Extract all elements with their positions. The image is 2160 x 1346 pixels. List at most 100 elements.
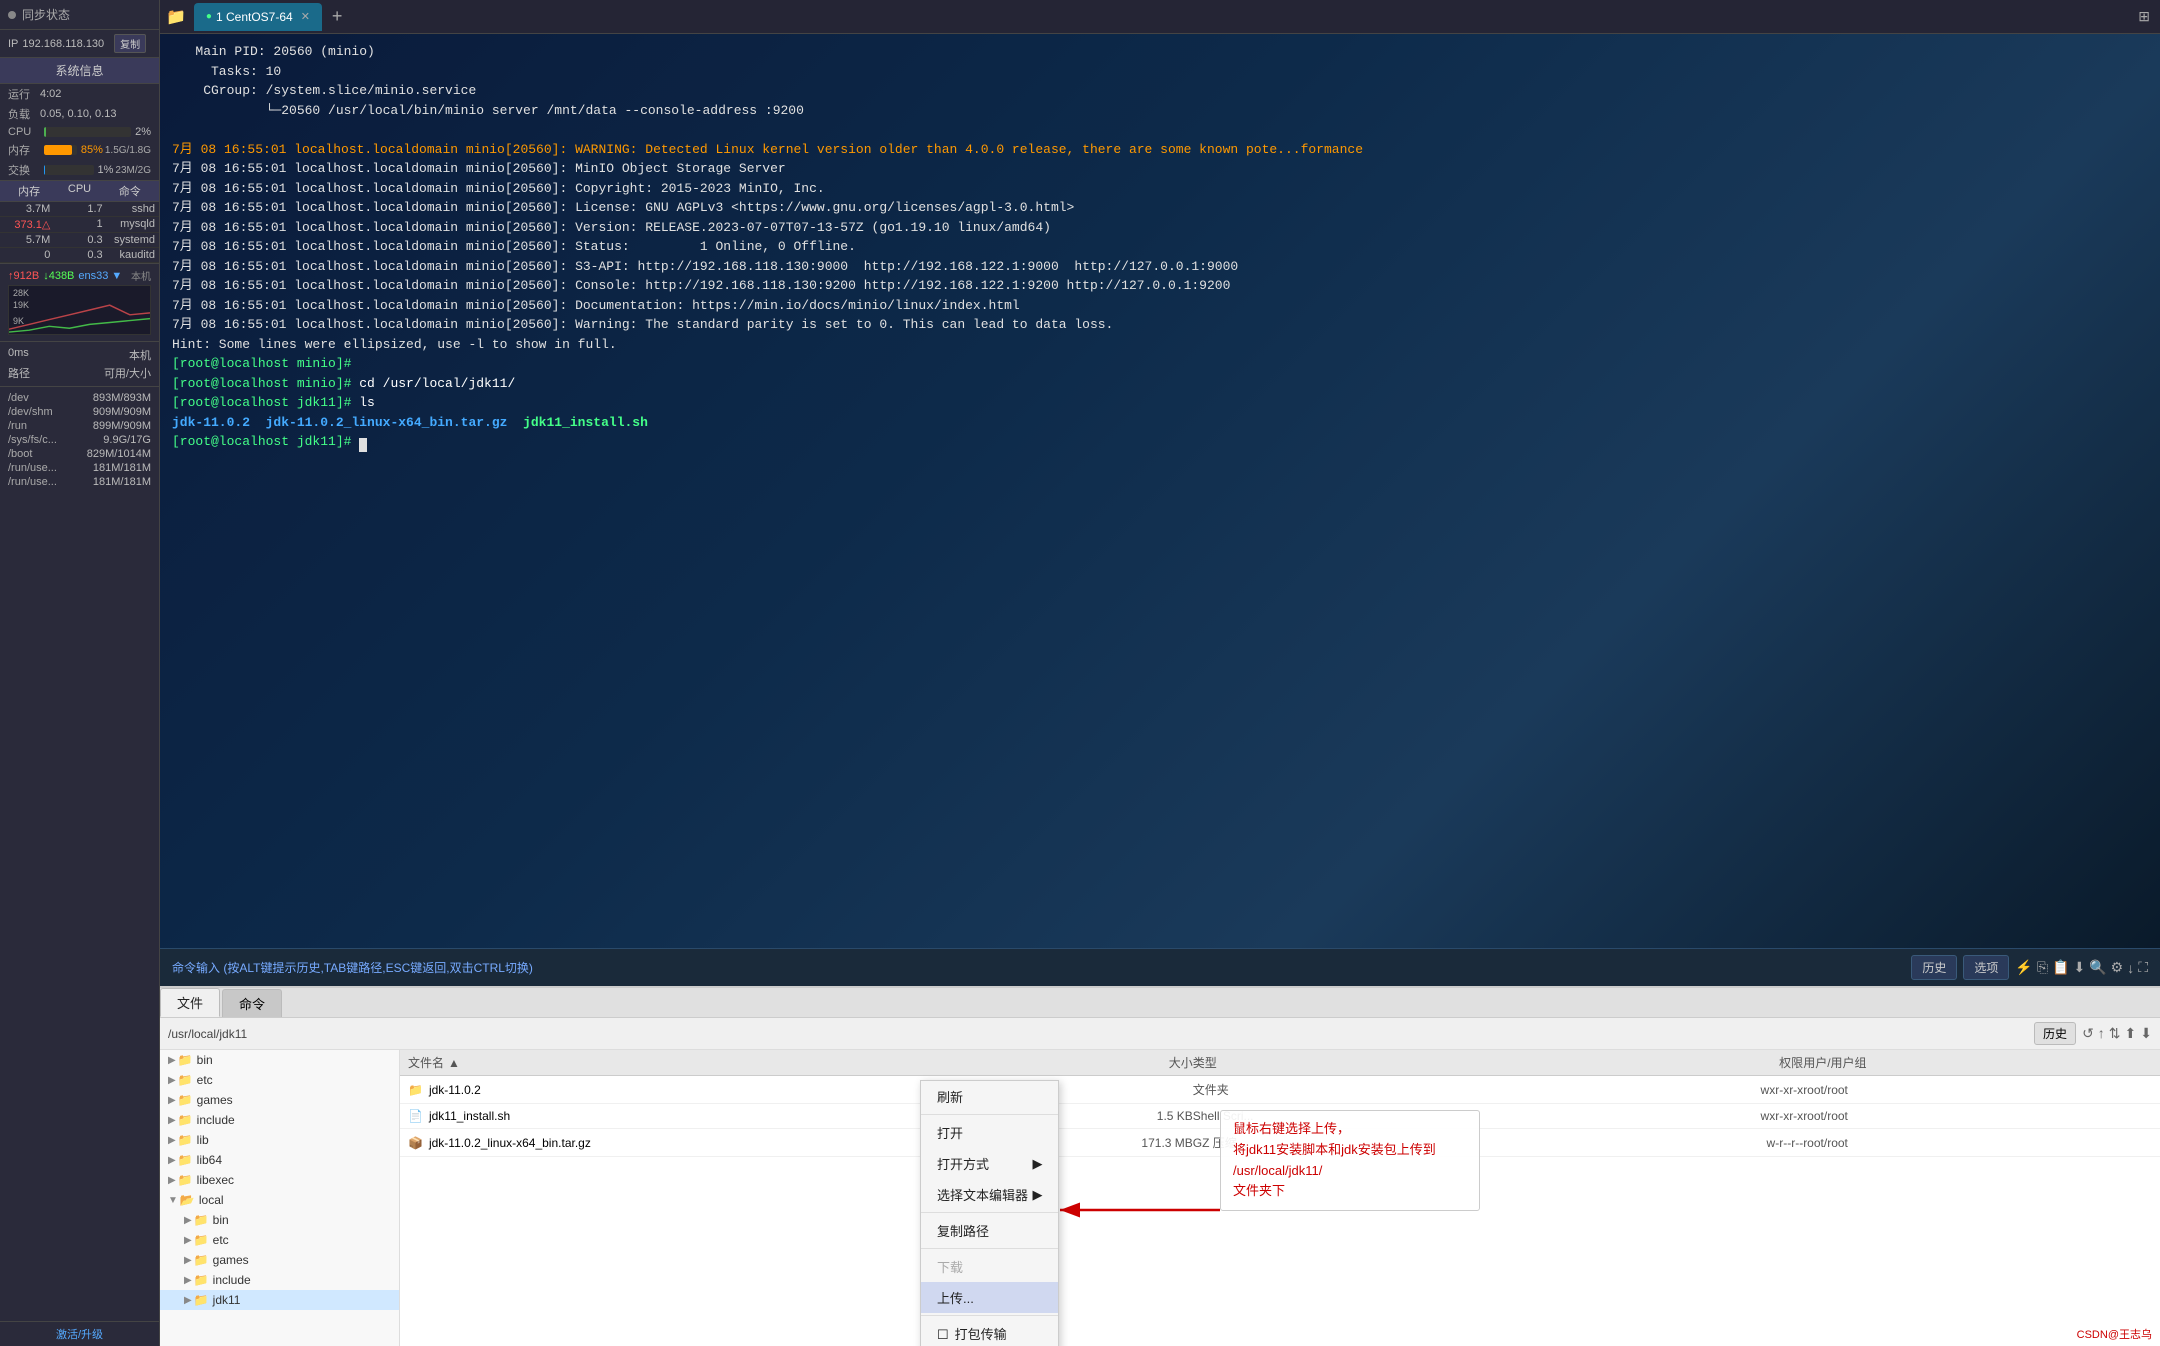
term-line: Hint: Some lines were ellipsized, use -l… [172, 335, 2148, 355]
copy-icon[interactable]: ⎘ [2037, 959, 2048, 976]
tree-item-etc[interactable]: ▶ 📁 etc [160, 1070, 399, 1090]
proc-mem-1: 3.7M [4, 203, 56, 215]
download-icon[interactable]: ⬇ [2073, 959, 2085, 976]
uptime-row: 运行 4:02 [0, 84, 159, 104]
terminal[interactable]: Main PID: 20560 (minio) Tasks: 10 CGroup… [160, 34, 2160, 948]
disk-row: /boot 829M/1014M [8, 447, 151, 461]
sidebar: 同步状态 IP 192.168.118.130 复制 系统信息 运行 4:02 … [0, 0, 160, 1346]
tab-centos7[interactable]: ● 1 CentOS7-64 ✕ [194, 3, 322, 31]
tree-item-local-games[interactable]: ▶ 📁 games [160, 1250, 399, 1270]
tree-item-local-jdk11[interactable]: ▶ 📁 jdk11 [160, 1290, 399, 1310]
options-button[interactable]: 选项 [1963, 955, 2009, 980]
tree-item-local[interactable]: ▼ 📂 local [160, 1190, 399, 1210]
paste-icon[interactable]: 📋 [2052, 959, 2069, 976]
ctx-open[interactable]: 打开 [921, 1117, 1058, 1148]
tree-item-lib64[interactable]: ▶ 📁 lib64 [160, 1150, 399, 1170]
settings-icon[interactable]: ⚙ [2111, 959, 2124, 976]
terminal-input-bar: 命令输入 (按ALT键提示历史,TAB键路径,ESC键返回,双击CTRL切换) … [160, 948, 2160, 986]
tree-item-label: include [197, 1113, 235, 1127]
tree-item-label: lib64 [197, 1153, 222, 1167]
ctx-text-editor[interactable]: 选择文本编辑器▶ [921, 1179, 1058, 1210]
term-line: [root@localhost minio]# cd /usr/local/jd… [172, 374, 2148, 394]
folder-icon-btn[interactable]: 📁 [166, 7, 186, 27]
load-row: 负载 0.05, 0.10, 0.13 [0, 104, 159, 124]
tree-item-label: bin [197, 1053, 213, 1067]
file-row-jdk11[interactable]: 📁 jdk-11.0.2 文件夹 wxr-xr-x root/root [400, 1076, 2160, 1104]
tree-item-include[interactable]: ▶ 📁 include [160, 1110, 399, 1130]
col-type[interactable]: 类型 [1193, 1054, 1542, 1071]
swap-label: 交换 [8, 162, 40, 178]
transfer-icon[interactable]: ⇅ [2109, 1025, 2121, 1042]
file-perm: w-r--r-- [1542, 1136, 1804, 1150]
mem-bar-fill [44, 145, 72, 155]
mem-label: 内存 [8, 142, 40, 158]
term-line: └─20560 /usr/local/bin/minio server /mnt… [172, 101, 2148, 121]
search-icon[interactable]: 🔍 [2089, 959, 2106, 976]
add-tab-button[interactable]: + [326, 6, 349, 27]
upload-icon[interactable]: ⬆ [2125, 1025, 2137, 1042]
history-btn[interactable]: 历史 [2034, 1022, 2076, 1045]
tab-files[interactable]: 文件 [160, 988, 220, 1017]
term-line: 7月 08 16:55:01 localhost.localdomain min… [172, 159, 2148, 179]
tree-item-local-include[interactable]: ▶ 📁 include [160, 1270, 399, 1290]
up-icon[interactable]: ↑ [2098, 1025, 2105, 1042]
net-interface: ens33 ▼ [78, 270, 122, 282]
ip-value: 192.168.118.130 [22, 38, 104, 50]
proc-col-mem: 内存 [4, 183, 54, 199]
terminal-hint: 命令输入 (按ALT键提示历史,TAB键路径,ESC键返回,双击CTRL切换) [172, 959, 1911, 976]
tree-item-label: games [213, 1253, 249, 1267]
ctx-open-with[interactable]: 打开方式▶ [921, 1148, 1058, 1179]
uptime-label: 运行 [8, 86, 40, 102]
term-line: 7月 08 16:55:01 localhost.localdomain min… [172, 237, 2148, 257]
copy-ip-button[interactable]: 复制 [114, 34, 146, 53]
collapse-icon: ▶ [184, 1215, 192, 1226]
col-size[interactable]: 大小 [931, 1054, 1193, 1071]
arrow-down-icon[interactable]: ↓ [2127, 960, 2134, 976]
proc-mem-2: 373.1△ [4, 218, 56, 231]
ctx-refresh[interactable]: 刷新 [921, 1081, 1058, 1112]
net-chart: 28K 19K 9K [8, 285, 151, 335]
proc-cmd-2: mysqld [109, 218, 155, 231]
tab-commands[interactable]: 命令 [222, 989, 282, 1017]
context-menu: 刷新 打开 打开方式▶ 选择文本编辑器▶ 复制路径 下载 上传... [920, 1080, 1059, 1346]
swap-bar [44, 165, 94, 175]
tab-close-button[interactable]: ✕ [301, 10, 310, 23]
term-line: [root@localhost jdk11]# [172, 432, 2148, 452]
disk-row: /run/use... 181M/181M [8, 461, 151, 475]
net-down-value: 438B [49, 270, 75, 282]
term-line: [root@localhost minio]# [172, 354, 2148, 374]
cpu-value: 2% [135, 126, 151, 138]
latency-section: 0ms 本机 路径 可用/大小 [0, 341, 159, 386]
download2-icon[interactable]: ⬇ [2140, 1025, 2152, 1042]
latency-value: 0ms [8, 347, 29, 363]
tree-item-local-etc[interactable]: ▶ 📁 etc [160, 1230, 399, 1250]
activate-upgrade-button[interactable]: 激活/升级 [0, 1321, 159, 1346]
tree-item-games[interactable]: ▶ 📁 games [160, 1090, 399, 1110]
term-line: 7月 08 16:55:01 localhost.localdomain min… [172, 198, 2148, 218]
ctx-copy-path[interactable]: 复制路径 [921, 1215, 1058, 1246]
tree-item-libexec[interactable]: ▶ 📁 libexec [160, 1170, 399, 1190]
tree-item-bin[interactable]: ▶ 📁 bin [160, 1050, 399, 1070]
ctx-pack-transfer[interactable]: ☐打包传输 [921, 1318, 1058, 1346]
proc-cmd-1: sshd [109, 203, 155, 215]
annotation-arrow [1050, 1190, 1230, 1250]
lightning-icon[interactable]: ⚡ [2015, 959, 2032, 976]
history-button[interactable]: 历史 [1911, 955, 1957, 980]
expand-icon[interactable]: ⛶ [2138, 959, 2148, 976]
ctx-upload[interactable]: 上传... [921, 1282, 1058, 1313]
refresh-icon[interactable]: ↺ [2082, 1025, 2094, 1042]
ctx-sep [921, 1248, 1058, 1249]
col-name[interactable]: 文件名 ▲ [408, 1054, 931, 1071]
term-line [172, 120, 2148, 140]
tree-item-label: libexec [197, 1173, 234, 1187]
file-panel-toolbar: /usr/local/jdk11 历史 ↺ ↑ ⇅ ⬆ ⬇ [160, 1018, 2160, 1050]
collapse-icon: ▶ [184, 1235, 192, 1246]
proc-cmd-3: systemd [109, 234, 155, 246]
annotation-box: 鼠标右键选择上传，将jdk11安装脚本和jdk安装包上传到/usr/local/… [1220, 1110, 1480, 1211]
grid-view-icon[interactable]: ⊞ [2134, 6, 2154, 27]
tree-item-lib[interactable]: ▶ 📁 lib [160, 1130, 399, 1150]
network-section: ↑ 912B ↓ 438B ens33 ▼ 本机 28K 19K 9K [0, 263, 159, 341]
proc-row: 373.1△ 1 mysqld [0, 217, 159, 233]
tree-item-local-bin[interactable]: ▶ 📁 bin [160, 1210, 399, 1230]
collapse-icon: ▶ [184, 1275, 192, 1286]
